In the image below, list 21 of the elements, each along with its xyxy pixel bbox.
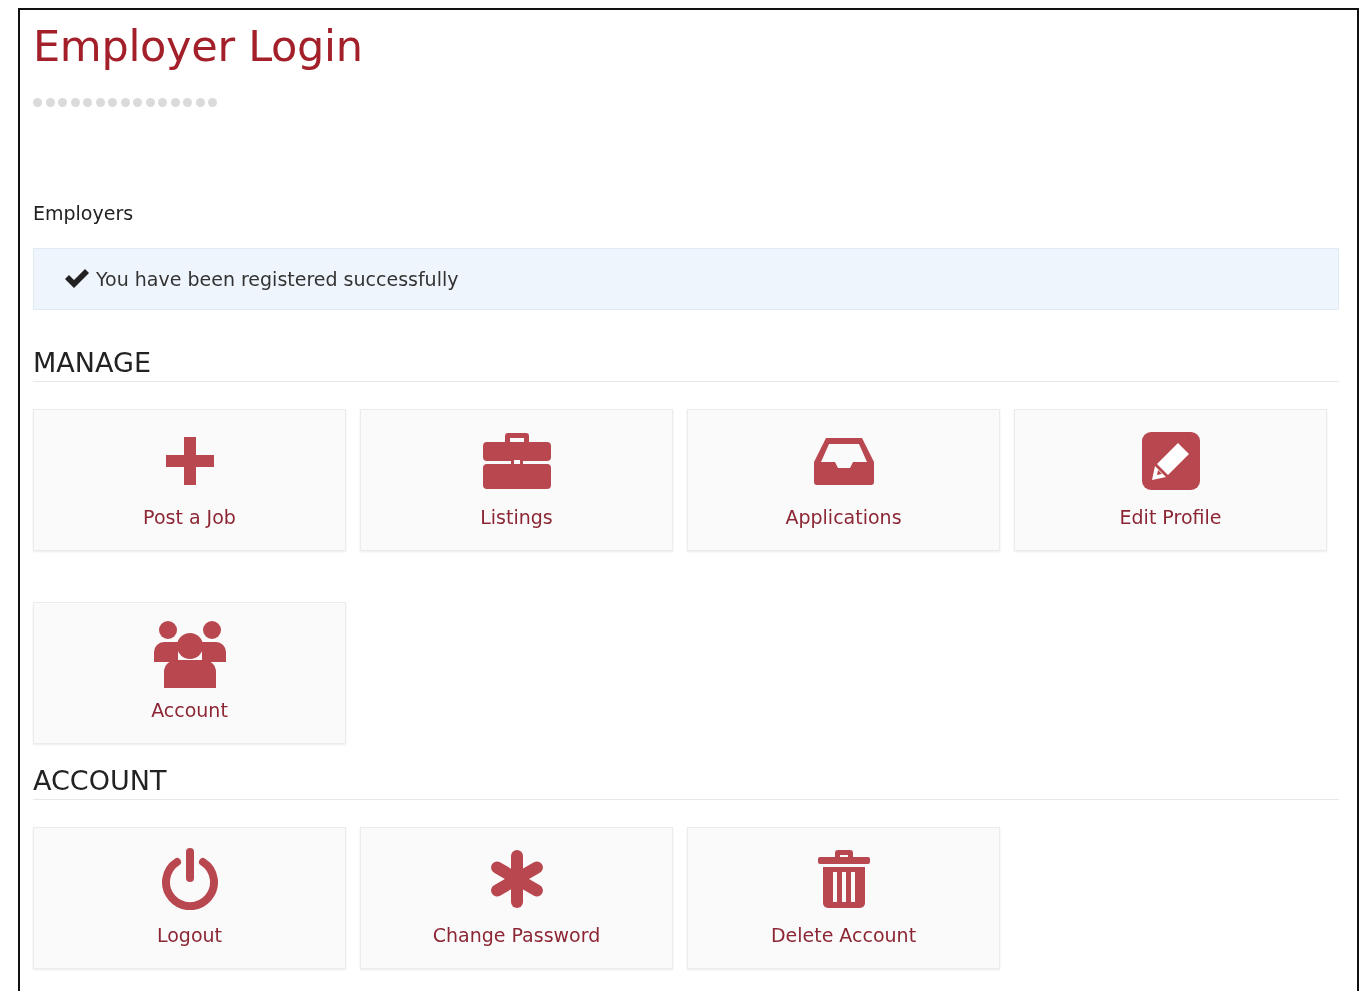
- tile-button[interactable]: Edit Profile: [1014, 409, 1327, 551]
- tile-button[interactable]: Delete Account: [687, 827, 1000, 969]
- section-heading: ACCOUNT: [33, 764, 167, 798]
- inbox-icon: [813, 436, 874, 486]
- page-title: Employer Login: [33, 20, 364, 72]
- briefcase-icon: [482, 432, 551, 490]
- section-label: Employers: [33, 202, 134, 224]
- tile-button[interactable]: Account: [33, 602, 346, 744]
- tile-button[interactable]: Change Password: [360, 827, 673, 969]
- power-icon: [160, 848, 219, 910]
- pencil-icon: [1141, 432, 1200, 490]
- tile-button[interactable]: Post a Job: [33, 409, 346, 551]
- tile-button[interactable]: Applications: [687, 409, 1000, 551]
- tile-button[interactable]: Listings: [360, 409, 673, 551]
- section-heading: MANAGE: [33, 346, 151, 380]
- alert-message: You have been registered successfully: [96, 268, 459, 290]
- trash-icon: [817, 850, 870, 908]
- tile-button[interactable]: Logout: [33, 827, 346, 969]
- asterisk-icon: [488, 850, 545, 908]
- checkmark-icon: [64, 268, 90, 290]
- users-icon: [153, 620, 226, 688]
